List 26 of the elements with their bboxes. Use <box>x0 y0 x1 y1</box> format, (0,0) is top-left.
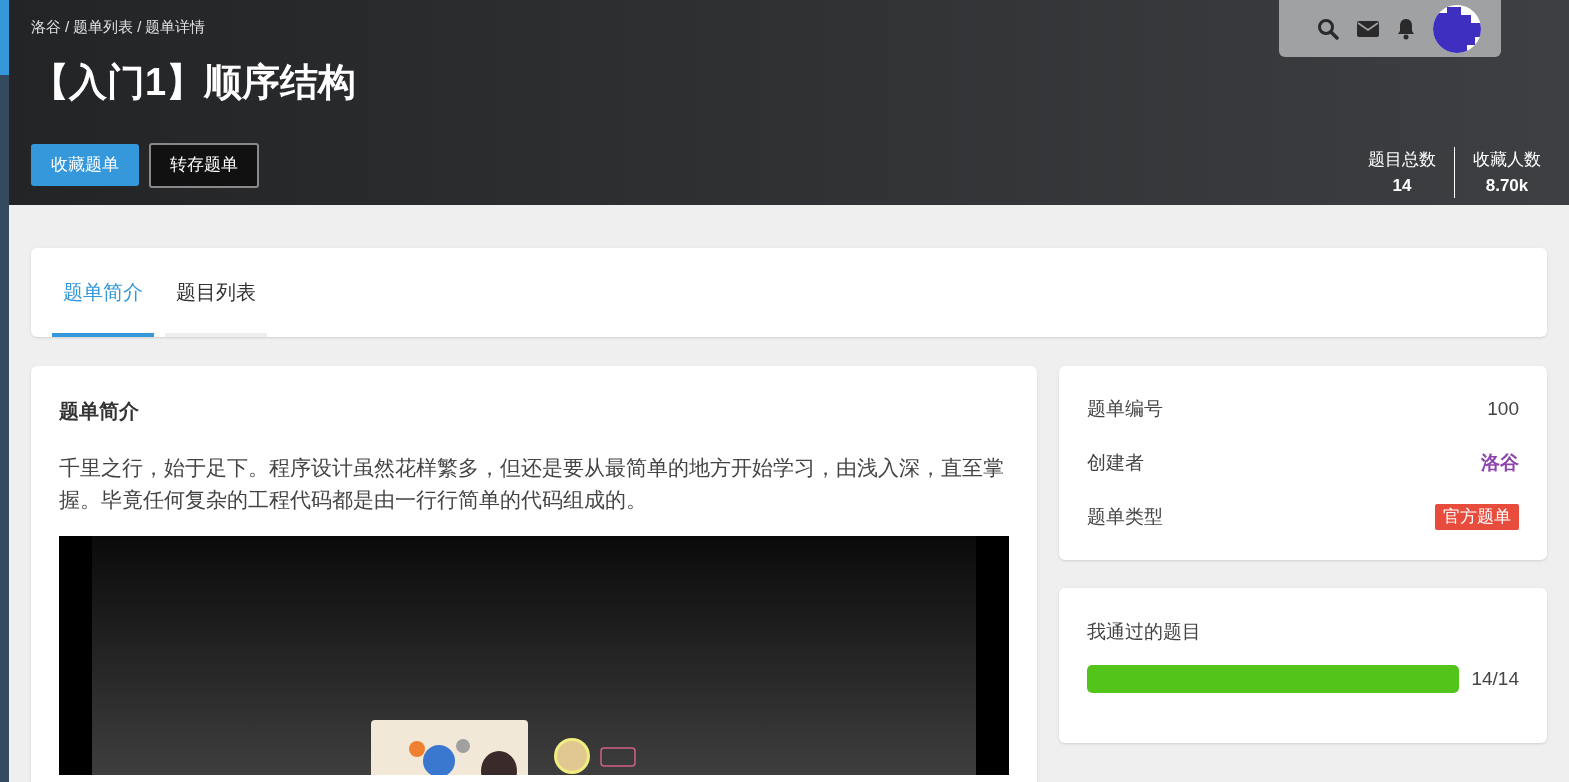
stat-label: 题目总数 <box>1368 149 1436 171</box>
stat-label: 收藏人数 <box>1473 149 1541 171</box>
section-heading: 题单简介 <box>59 399 140 424</box>
breadcrumb-link[interactable]: 洛谷 <box>31 16 61 39</box>
breadcrumb-separator: / <box>137 17 142 37</box>
info-label: 创建者 <box>1087 450 1144 475</box>
progress-title: 我通过的题目 <box>1087 620 1202 644</box>
info-label: 题单编号 <box>1087 396 1163 421</box>
breadcrumb-link[interactable]: 题单列表 <box>73 16 134 39</box>
bell-icon[interactable] <box>1397 17 1415 40</box>
breadcrumb-separator: / <box>65 17 70 37</box>
intro-paragraph: 千里之行，始于足下。程序设计虽然花样繁多，但还是要从最简单的地方开始学习，由浅入深，直至掌握。毕竟任何复杂的工程代码都是由一行行简单的代码组成的。 <box>59 455 1005 513</box>
info-value: 100 <box>1487 396 1519 421</box>
creator-link[interactable]: 洛谷 <box>1481 448 1519 478</box>
page-title: 【入门1】顺序结构 <box>31 62 358 101</box>
mail-icon[interactable] <box>1357 19 1379 38</box>
breadcrumb-link[interactable]: 题单详情 <box>145 16 206 39</box>
tab[interactable]: 题目列表 <box>165 248 267 337</box>
info-label: 题单类型 <box>1087 504 1163 529</box>
search-icon[interactable] <box>1317 17 1339 40</box>
user-avatar[interactable] <box>1433 4 1481 53</box>
type-tag: 官方题单 <box>1435 504 1519 530</box>
action-button[interactable]: 转存题单 <box>149 142 259 188</box>
stat-value: 8.70k <box>1485 174 1529 197</box>
stat-value: 14 <box>1392 174 1412 197</box>
progress-reading: 14/14 <box>1471 666 1519 691</box>
